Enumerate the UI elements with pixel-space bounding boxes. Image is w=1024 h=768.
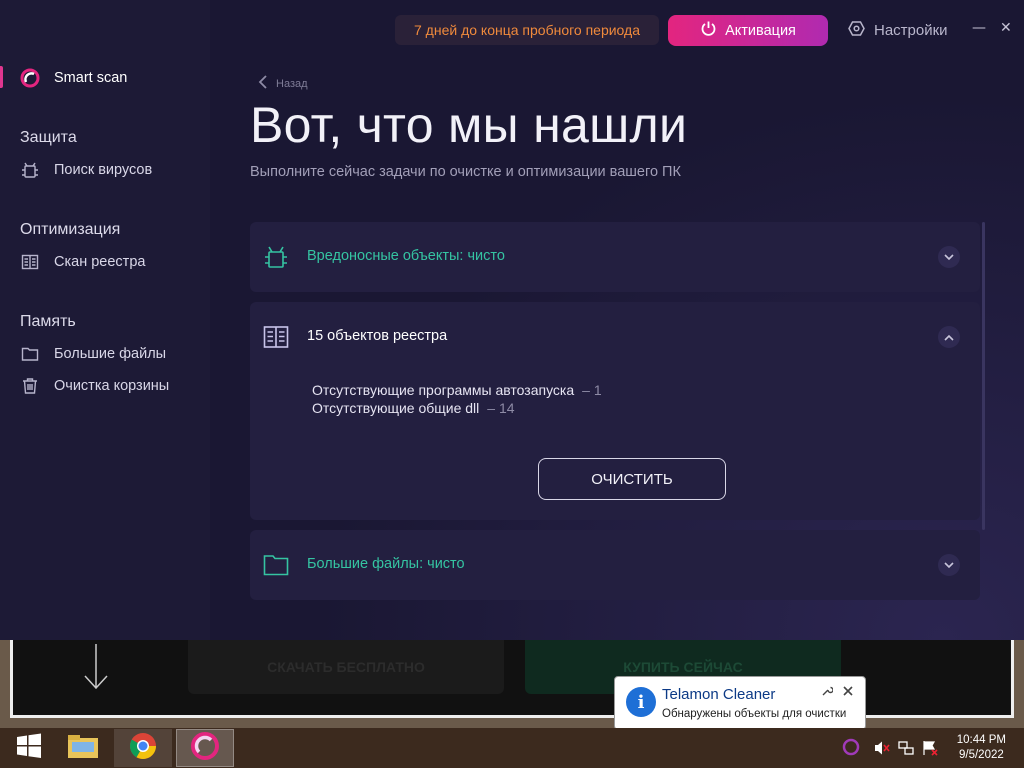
large-files-card[interactable]: Большие файлы: чисто (250, 530, 980, 600)
taskbar-telamon-cleaner[interactable] (176, 729, 234, 767)
app-window: Smart scan Защита Поиск вирусов Оптимиза… (0, 0, 1024, 640)
sidebar-item-label: Smart scan (54, 70, 128, 86)
registry-card-title: 15 объектов реестра (307, 328, 448, 344)
close-button[interactable]: ✕ (1000, 20, 1012, 36)
chevron-up-icon[interactable] (938, 326, 960, 348)
sidebar-item-label: Поиск вирусов (54, 162, 153, 178)
start-button[interactable] (0, 729, 58, 767)
taskbar-chrome[interactable] (114, 729, 172, 767)
detail-count: – 14 (487, 400, 515, 416)
sidebar-item-registry-scan[interactable]: Скан реестра (0, 250, 145, 274)
clock-date: 9/5/2022 (959, 749, 1004, 761)
folder-icon (66, 732, 100, 764)
sidebar-heading-optimization: Оптимизация (20, 221, 121, 238)
settings-button[interactable]: Настройки (848, 20, 948, 41)
sidebar-item-recycle-bin[interactable]: Очистка корзины (0, 374, 169, 398)
chevron-down-icon[interactable] (938, 246, 960, 268)
registry-book-icon (20, 252, 40, 272)
trial-countdown-badge: 7 дней до конца пробного периода (395, 15, 659, 45)
clean-button[interactable]: ОЧИСТИТЬ (538, 458, 726, 500)
gear-icon (848, 20, 865, 41)
windows-logo-icon (16, 733, 42, 763)
registry-book-icon (263, 324, 289, 350)
sidebar-item-label: Большие файлы (54, 346, 167, 362)
chrome-icon (128, 731, 158, 765)
settings-label: Настройки (874, 22, 948, 39)
sidebar-heading-protection: Защита (20, 129, 77, 146)
smart-scan-logo-icon (20, 68, 40, 88)
notification-toast[interactable]: i Telamon Cleaner Обнаружены объекты для… (614, 676, 866, 730)
registry-detail-item: Отсутствующие программы автозапуска – 1 (312, 382, 602, 398)
sidebar-item-virus-scan[interactable]: Поиск вирусов (0, 158, 152, 182)
page-title: Вот, что мы нашли (250, 97, 688, 153)
folder-icon (263, 552, 289, 578)
chevron-left-icon (258, 75, 268, 92)
back-link[interactable]: Назад (258, 75, 308, 92)
telamon-tray-icon[interactable] (842, 738, 860, 760)
sidebar-item-large-files[interactable]: Большие файлы (0, 342, 166, 366)
scrollbar[interactable] (982, 222, 985, 530)
activate-label: Активация (725, 22, 796, 39)
taskbar: 10:44 PM 9/5/2022 (0, 728, 1024, 768)
malware-card-title: Вредоносные объекты: чисто (307, 248, 505, 264)
taskbar-file-explorer[interactable] (54, 729, 112, 767)
action-center-flag-icon[interactable] (922, 740, 938, 760)
trash-icon (20, 376, 40, 396)
notification-message: Обнаружены объекты для очистки (662, 708, 847, 720)
sidebar-item-smart-scan[interactable]: Smart scan (0, 66, 127, 90)
sidebar: Smart scan Защита Поиск вирусов Оптимиза… (0, 0, 210, 640)
sidebar-heading-memory: Память (20, 313, 76, 330)
registry-card[interactable]: 15 объектов реестра Отсутствующие програ… (250, 302, 980, 520)
taskbar-clock[interactable]: 10:44 PM 9/5/2022 (957, 733, 1006, 763)
large-files-card-title: Большие файлы: чисто (307, 556, 465, 572)
malware-card[interactable]: Вредоносные объекты: чисто (250, 222, 980, 292)
bug-icon (20, 160, 40, 180)
network-icon[interactable] (898, 740, 914, 760)
wrench-icon[interactable] (821, 685, 834, 700)
back-label: Назад (276, 77, 308, 90)
download-free-button[interactable]: СКАЧАТЬ БЕСПЛАТНО (188, 640, 504, 694)
chevron-down-icon[interactable] (938, 554, 960, 576)
detail-count: – 1 (582, 382, 602, 398)
telamon-logo-icon (190, 731, 220, 765)
detail-label: Отсутствующие программы автозапуска (312, 382, 575, 398)
arrow-down-icon (81, 642, 111, 694)
volume-muted-icon[interactable] (874, 740, 890, 760)
registry-detail-item: Отсутствующие общие dll – 14 (312, 400, 515, 416)
power-icon (700, 20, 717, 41)
sidebar-item-label: Очистка корзины (54, 378, 170, 394)
close-icon[interactable] (843, 685, 853, 700)
detail-label: Отсутствующие общие dll (312, 400, 480, 416)
bug-icon (263, 244, 289, 270)
page-subtitle: Выполните сейчас задачи по очистке и опт… (250, 164, 681, 180)
sidebar-item-label: Скан реестра (54, 254, 146, 270)
minimize-button[interactable]: — (972, 20, 986, 36)
folder-icon (20, 344, 40, 364)
notification-title: Telamon Cleaner (662, 686, 776, 703)
info-icon: i (626, 687, 656, 717)
clock-time: 10:44 PM (956, 734, 1006, 746)
activate-button[interactable]: Активация (668, 15, 828, 46)
